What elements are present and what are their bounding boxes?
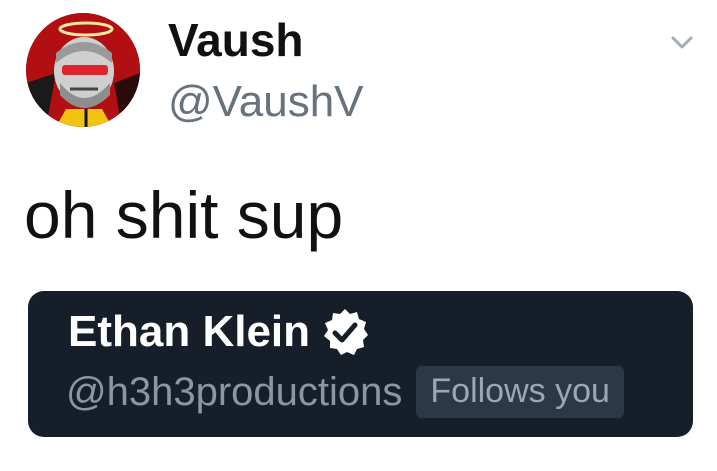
quoted-profile-name-row: Ethan Klein [68,307,370,357]
quoted-profile-display-name: Ethan Klein [68,307,311,356]
tweet: Vaush @VaushV oh shit sup Ethan Klein @h… [0,0,717,471]
verified-icon [324,309,369,355]
tweet-menu-button[interactable] [664,28,700,58]
avatar[interactable] [26,13,140,127]
quoted-profile-card[interactable]: Ethan Klein @h3h3productions Follows you [28,291,693,437]
tweet-text: oh shit sup [24,178,344,252]
follows-you-badge: Follows you [416,366,624,418]
quoted-profile-handle-row: @h3h3productions Follows you [66,366,624,418]
chevron-down-icon [671,36,693,49]
author-handle[interactable]: @VaushV [168,76,364,128]
quoted-profile-handle: @h3h3productions [66,370,403,414]
avatar-image [26,13,140,127]
author-display-name[interactable]: Vaush [168,14,304,66]
